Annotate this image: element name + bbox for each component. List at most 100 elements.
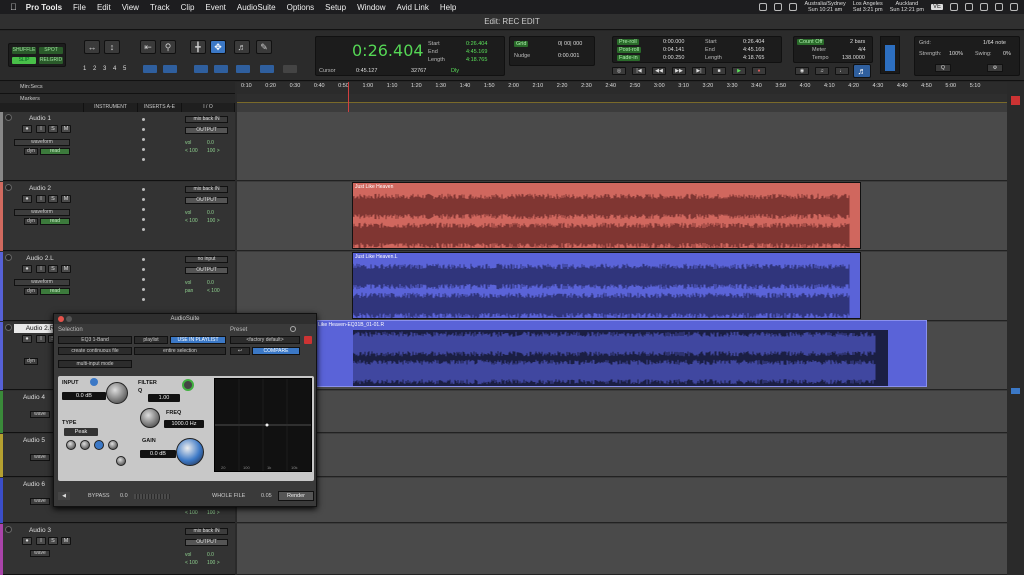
markers-ruler[interactable]	[237, 94, 1007, 103]
output-selector[interactable]: OUTPUT	[185, 539, 228, 546]
insert-slot[interactable]	[142, 228, 145, 231]
menu-options[interactable]: Options	[287, 3, 315, 12]
track-name[interactable]: Audio 5	[14, 436, 54, 445]
pan-readout[interactable]: < 100 100 >	[185, 148, 228, 154]
zoom-preset-1[interactable]: 1	[83, 66, 86, 72]
preroll-button[interactable]: Pre-roll	[617, 39, 639, 45]
lane-audio-4[interactable]	[237, 391, 1007, 433]
record-enable-icon[interactable]	[5, 114, 12, 121]
menu-clip[interactable]: Clip	[181, 3, 195, 12]
io-header[interactable]: I / O	[182, 103, 235, 112]
track-view-selector[interactable]: waveform	[14, 209, 70, 216]
input-selector[interactable]: mix back IN	[185, 116, 228, 123]
output-selector[interactable]: OUTPUT	[185, 197, 228, 204]
selection-range-selector[interactable]: entire selection	[134, 347, 226, 355]
insert-slot[interactable]	[142, 268, 145, 271]
shuffle-mode-button[interactable]: SHUFFLE	[12, 47, 36, 54]
volume-readout[interactable]: vol0.0	[185, 280, 228, 286]
status-icon[interactable]	[759, 3, 768, 11]
insert-slot[interactable]	[142, 128, 145, 131]
quant-grid-value[interactable]: 1/64 note	[983, 40, 1006, 46]
automation-mode[interactable]: read	[40, 218, 70, 225]
postroll-value[interactable]: 0:04.141	[663, 47, 684, 53]
q-knob[interactable]	[140, 408, 160, 428]
lane-audio-3[interactable]	[237, 524, 1007, 575]
menu-help[interactable]: Help	[440, 3, 456, 12]
smart-tool-icon[interactable]: ✥	[210, 40, 226, 54]
filter-enable-icon[interactable]	[182, 379, 194, 391]
scroll-thumb[interactable]	[1011, 388, 1020, 394]
bluetooth-icon[interactable]	[950, 3, 958, 11]
output-selector[interactable]: OUTPUT	[185, 127, 228, 134]
insert-slot[interactable]	[142, 158, 145, 161]
insert-slot[interactable]	[142, 188, 145, 191]
menu-view[interactable]: View	[122, 3, 139, 12]
insert-slot[interactable]	[142, 278, 145, 281]
track-name[interactable]: Audio 4	[14, 393, 54, 402]
track-name[interactable]: Audio 6	[14, 480, 54, 489]
clip-eq-r-rendered[interactable]: Like Heaven-EQ31B_01-01.R	[315, 320, 927, 387]
menu-setup[interactable]: Setup	[325, 3, 346, 12]
end-value[interactable]: 4:45.169	[466, 49, 487, 55]
control-center-icon[interactable]	[1010, 3, 1018, 11]
pan-readout[interactable]: < 100 100 >	[185, 510, 228, 516]
markers-label[interactable]: Markers	[0, 93, 235, 103]
vertical-scrollbar[interactable]	[1007, 82, 1024, 575]
midi-merge-icon[interactable]: ◉	[795, 67, 809, 75]
gain-knob[interactable]	[176, 438, 204, 466]
automation-mode[interactable]: read	[40, 148, 70, 155]
insert-slot[interactable]	[142, 218, 145, 221]
mute-button[interactable]: M	[61, 537, 71, 545]
clip-just-like-heaven-l[interactable]: Just Like Heaven.L	[352, 252, 861, 319]
solo-button[interactable]: S	[48, 265, 58, 273]
menu-audiosuite[interactable]: AudioSuite	[237, 3, 276, 12]
dyn-button[interactable]: dyn	[24, 148, 38, 155]
conductor-icon[interactable]: ♬	[853, 64, 871, 78]
zoom-preset-2[interactable]: 2	[93, 66, 96, 72]
length-value[interactable]: 4:18.765	[466, 57, 487, 63]
zoom-preset-4[interactable]: 4	[113, 66, 116, 72]
zoomer-tool-icon[interactable]: ⇤	[140, 40, 156, 54]
filter-type-peak-icon[interactable]	[94, 440, 104, 450]
render-button[interactable]: Render	[278, 491, 314, 501]
stop-icon[interactable]: ■	[712, 67, 726, 75]
ruler-label[interactable]: Min:Secs	[0, 82, 235, 93]
menu-track[interactable]: Track	[150, 3, 170, 12]
spot-mode-button[interactable]: SPOT	[39, 47, 63, 54]
fast-forward-icon[interactable]: ▶▶	[672, 67, 686, 75]
start-value[interactable]: 0:26.404	[466, 41, 487, 47]
inserts-header[interactable]: INSERTS A-E	[138, 103, 182, 112]
filter-type-lowcut-icon[interactable]	[66, 440, 76, 450]
input-value[interactable]: 0.0 dB	[62, 392, 106, 400]
track-view-selector[interactable]: waveform	[14, 279, 70, 286]
mute-button[interactable]: M	[61, 195, 71, 203]
settings-gear-icon[interactable]: ⚙	[987, 64, 1003, 72]
countoff-value[interactable]: 2 bars	[850, 39, 865, 45]
track-view-selector[interactable]: wave	[30, 411, 50, 418]
track-name[interactable]: Audio 3	[14, 526, 66, 535]
input-selector[interactable]: no input	[185, 256, 228, 263]
apple-icon[interactable]: 	[10, 2, 17, 12]
meter-value[interactable]: 4/4	[858, 47, 866, 53]
mute-button[interactable]: M	[61, 125, 71, 133]
scrubber-tool-icon[interactable]: ♬	[234, 40, 250, 54]
click-icon[interactable]: ♫	[815, 67, 829, 75]
plugin-selector[interactable]: EQ3 1-Band	[58, 336, 132, 344]
track-view-selector[interactable]: wave	[30, 454, 50, 461]
insert-slot[interactable]	[142, 208, 145, 211]
track-name[interactable]: Audio 2	[14, 184, 66, 193]
record-button[interactable]: ●	[22, 265, 32, 273]
input-selector[interactable]: mix back IN	[185, 528, 228, 535]
close-icon[interactable]	[58, 316, 64, 322]
record-button[interactable]: ●	[22, 335, 32, 343]
link-button[interactable]	[283, 65, 297, 73]
record-enable-icon[interactable]	[5, 526, 12, 533]
status-icon[interactable]	[789, 3, 798, 11]
record-button[interactable]: ●	[22, 125, 32, 133]
filter-type-highshelf-icon[interactable]	[108, 440, 118, 450]
track-name[interactable]: Audio 2.L	[14, 254, 66, 263]
mute-button[interactable]: M	[61, 265, 71, 273]
preview-icon[interactable]: ◀	[58, 492, 70, 500]
return-to-zero-icon[interactable]: |◀	[632, 67, 646, 75]
input-knob[interactable]	[106, 382, 128, 404]
